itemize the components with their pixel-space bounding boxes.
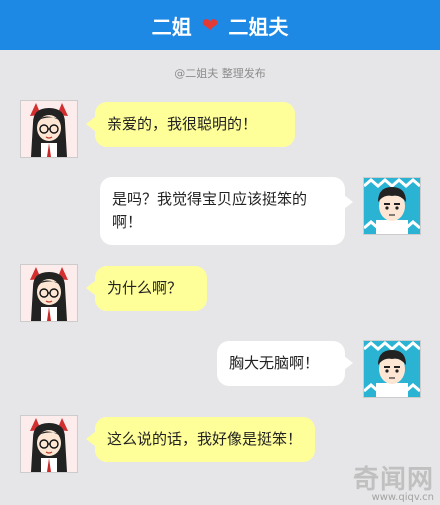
- message-bubble: 这么说的话，我好像是挺笨！: [95, 417, 315, 462]
- left-name: 二姐: [151, 14, 192, 39]
- girl-avatar[interactable]: [20, 415, 78, 473]
- right-name: 二姐夫: [228, 14, 289, 39]
- boy-avatar[interactable]: [363, 340, 421, 398]
- chat-header: 二姐 ❤ 二姐夫: [0, 0, 440, 50]
- watermark: 奇闻网 www.qiqv.cn: [353, 459, 434, 503]
- message-bubble: 亲爱的，我很聪明的！: [95, 102, 295, 147]
- message-bubble: 为什么啊？: [95, 266, 207, 311]
- credit-line: @二姐夫 整理发布: [174, 67, 266, 80]
- watermark-logo: 奇闻网: [352, 465, 434, 495]
- boy-avatar[interactable]: [363, 177, 421, 235]
- message-bubble: 胸大无脑啊！: [217, 341, 345, 386]
- girl-avatar[interactable]: [20, 100, 78, 158]
- girl-avatar[interactable]: [20, 264, 78, 322]
- message-bubble: 是吗？我觉得宝贝应该挺笨的啊！: [100, 177, 345, 245]
- heart-icon: ❤: [201, 13, 219, 37]
